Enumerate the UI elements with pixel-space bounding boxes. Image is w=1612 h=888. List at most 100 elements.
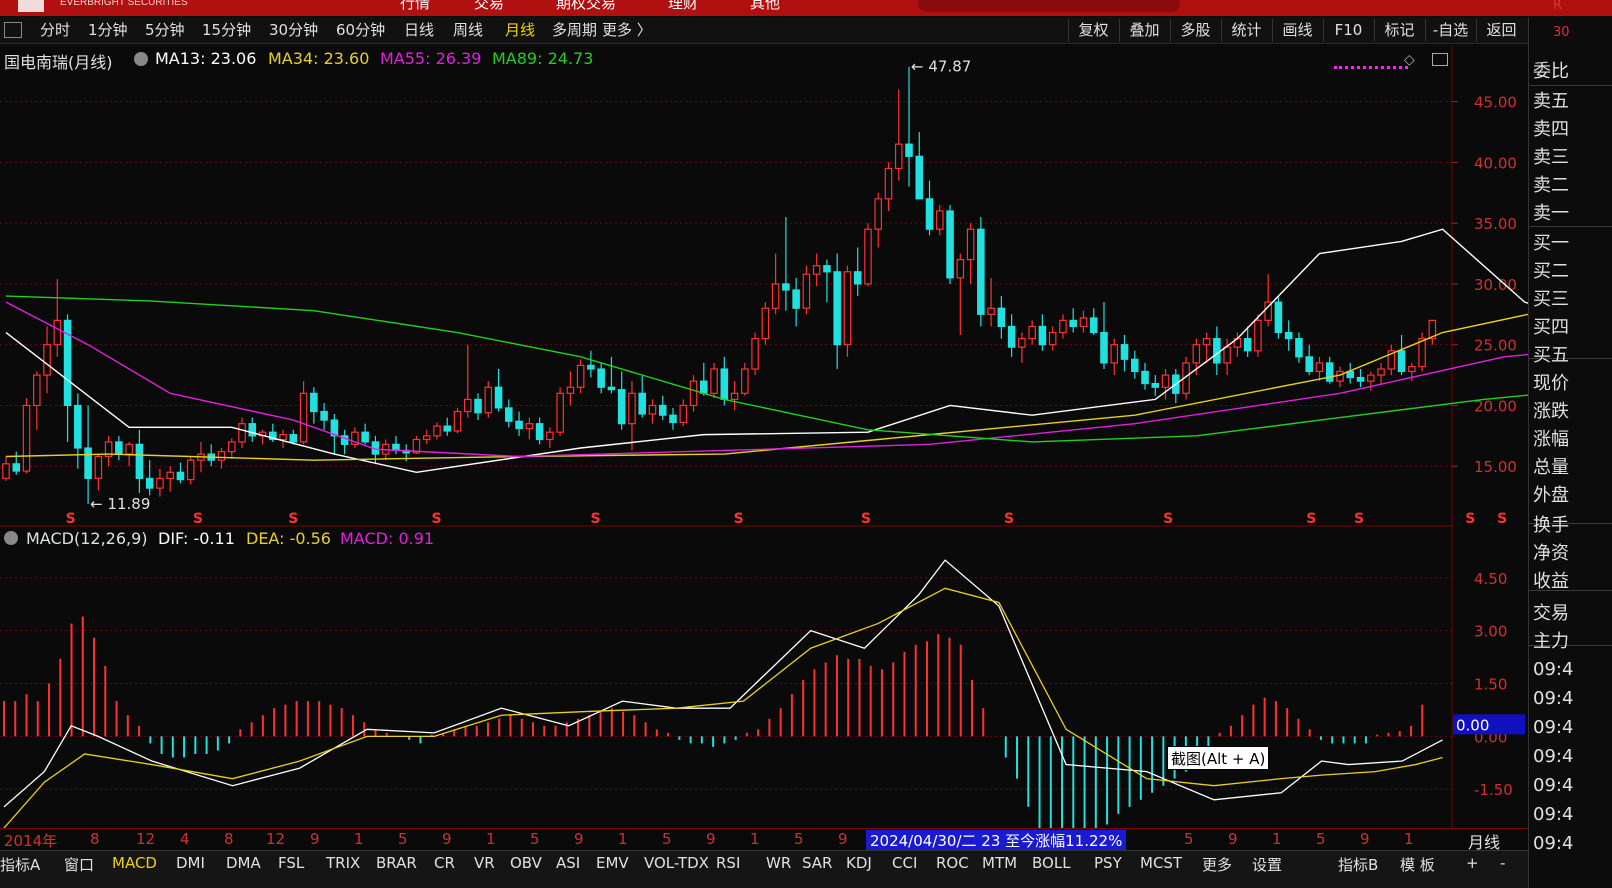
candle-body <box>894 143 903 170</box>
toolbar-6[interactable]: 标记 <box>1374 19 1424 42</box>
indicator-tab-9[interactable]: VR <box>474 854 495 872</box>
toolbar-7[interactable]: -自选 <box>1425 19 1475 42</box>
period-5[interactable]: 60分钟 <box>336 20 385 41</box>
candle <box>771 253 780 315</box>
signal-marker: S <box>431 511 441 527</box>
signal-marker: S <box>66 511 76 527</box>
indicator-tab-29[interactable]: - <box>1500 854 1505 872</box>
candle <box>1100 302 1108 369</box>
candle-body <box>1161 374 1170 388</box>
indicator-tab-17[interactable]: KDJ <box>846 854 872 872</box>
candle <box>74 393 82 469</box>
indicator-tab-21[interactable]: BOLL <box>1032 854 1071 872</box>
toolbar-3[interactable]: 统计 <box>1221 19 1271 42</box>
indicator-tab-25[interactable]: 设置 <box>1252 854 1282 875</box>
period-2[interactable]: 5分钟 <box>145 20 185 41</box>
candle-body <box>884 167 893 200</box>
indicator-tab-11[interactable]: ASI <box>556 854 580 872</box>
period-10[interactable]: 更多 〉 <box>602 20 652 41</box>
toolbar-2[interactable]: 多股 <box>1170 19 1220 42</box>
indicator-tab-0[interactable]: 指标A <box>0 854 40 875</box>
period-7[interactable]: 周线 <box>453 20 483 41</box>
date-label: 4 <box>180 830 190 848</box>
period-toolbar: 分时 1分钟 5分钟 15分钟 30分钟 60分钟 日线 周线 月线 多周期 更多 〉 复权 叠加 多股… <box>0 17 1528 44</box>
period-0[interactable]: 分时 <box>40 20 70 41</box>
period-1[interactable]: 1分钟 <box>88 20 128 41</box>
candle <box>946 204 954 284</box>
menu-trade[interactable]: 交易 <box>474 0 504 13</box>
indicator-tab-3[interactable]: DMI <box>176 854 205 872</box>
indicator-tab-8[interactable]: CR <box>434 854 455 872</box>
candle-body <box>1336 370 1344 382</box>
candle <box>1069 308 1077 333</box>
candle <box>956 253 965 335</box>
indicator-tab-16[interactable]: SAR <box>802 854 832 872</box>
toolbar-5[interactable]: F10 <box>1323 19 1373 42</box>
indicator-tab-19[interactable]: ROC <box>936 854 969 872</box>
candle <box>104 435 113 467</box>
candle <box>145 460 154 496</box>
candle-body <box>463 398 472 413</box>
menu-quotes[interactable]: 行情 <box>400 0 430 13</box>
menu-wealth[interactable]: 理财 <box>668 0 698 13</box>
menu-options[interactable]: 期权交易 <box>556 0 616 13</box>
indicator-tab-1[interactable]: 窗口 <box>64 854 94 875</box>
rp-stats-3: 总量 <box>1533 457 1569 478</box>
indicator-tab-24[interactable]: 更多 <box>1202 854 1232 875</box>
indicator-tab-18[interactable]: CCI <box>892 854 917 872</box>
candle-body <box>1408 365 1416 373</box>
indicator-tab-15[interactable]: WR <box>766 854 791 872</box>
candle <box>638 375 646 418</box>
indicator-tab-13[interactable]: VOL-TDX <box>644 854 709 872</box>
indicator-tab-22[interactable]: PSY <box>1094 854 1122 872</box>
toolbar-4[interactable]: 画线 <box>1272 19 1322 42</box>
period-6[interactable]: 日线 <box>404 20 434 41</box>
period-8[interactable]: 月线 <box>505 20 535 41</box>
indicator-tab-4[interactable]: DMA <box>226 854 261 872</box>
menu-other[interactable]: 其他 <box>750 0 780 13</box>
period-4[interactable]: 30分钟 <box>269 20 318 41</box>
candle <box>658 395 667 421</box>
indicator-tab-7[interactable]: BRAR <box>376 854 417 872</box>
macd-settings-icon[interactable] <box>4 531 18 545</box>
candle-body <box>689 380 698 407</box>
date-label: 1 <box>1272 830 1282 848</box>
toolbar-1[interactable]: 叠加 <box>1119 19 1169 42</box>
indicator-tab-5[interactable]: FSL <box>278 854 304 872</box>
candle-body <box>956 259 965 279</box>
period-9[interactable]: 多周期 <box>552 20 597 41</box>
candle-body <box>576 364 585 388</box>
toolbar-0[interactable]: 复权 <box>1068 19 1118 42</box>
indicator-tab-6[interactable]: TRIX <box>326 854 360 872</box>
candle <box>864 223 872 287</box>
period-3[interactable]: 15分钟 <box>202 20 251 41</box>
date-label: 9 <box>706 830 716 848</box>
candle-body <box>1295 338 1303 358</box>
indicator-settings-icon[interactable] <box>134 52 148 66</box>
indicator-tab-2[interactable]: MACD <box>112 854 157 872</box>
indicator-tab-27[interactable]: 模 板 <box>1400 854 1435 875</box>
candle-body <box>823 265 831 273</box>
panel-toggle-icon[interactable] <box>4 22 22 38</box>
signal-marker: S <box>1465 511 1475 527</box>
candle-body <box>494 386 503 409</box>
indicator-tab-20[interactable]: MTM <box>982 854 1017 872</box>
indicator-tab-28[interactable]: + <box>1466 854 1479 872</box>
search-box[interactable] <box>918 0 1180 12</box>
indicator-tab-12[interactable]: EMV <box>596 854 629 872</box>
toolbar-8[interactable]: 返回 <box>1476 19 1526 42</box>
indicator-tab-23[interactable]: MCST <box>1140 854 1182 872</box>
kline-chart[interactable]: 45.0040.0035.0030.0025.0020.0015.00 4.50… <box>0 45 1528 828</box>
date-label: 1 <box>1404 830 1414 848</box>
date-label: 5 <box>794 830 804 848</box>
indicator-tab-10[interactable]: OBV <box>510 854 542 872</box>
indicator-tab-26[interactable]: 指标B <box>1338 854 1378 875</box>
candle <box>525 417 534 440</box>
window-toggle-icon[interactable] <box>1432 53 1448 66</box>
candle <box>617 371 626 430</box>
indicator-tab-14[interactable]: RSI <box>716 854 740 872</box>
legend-marker <box>1334 66 1408 69</box>
date-label: 8 <box>224 830 234 848</box>
rp-asks-0: 卖五 <box>1533 91 1569 112</box>
candle <box>43 326 51 394</box>
